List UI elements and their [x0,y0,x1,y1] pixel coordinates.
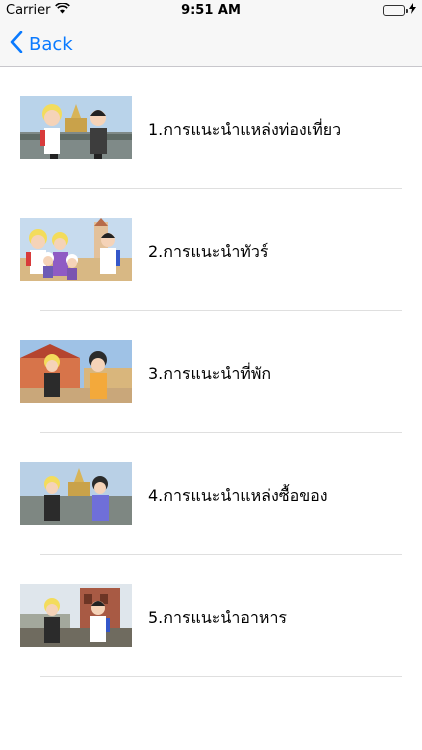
row-separator [40,188,402,189]
list-item[interactable]: 2.การแนะนำทัวร์ [0,218,422,340]
back-button[interactable]: Back [10,30,73,57]
list-item[interactable]: 3.การแนะนำที่พัก [0,340,422,462]
navigation-bar: Back [0,22,422,67]
list-item-title: 3.การแนะนำที่พัก [148,364,272,383]
topic-list: 1.การแนะนำแหล่งท่องเที่ยว 2.การแนะนำทัวร… [0,67,422,706]
list-item-title: 5.การแนะนำอาหาร [148,608,288,627]
list-item[interactable]: 4.การแนะนำแหล่งซื้อของ [0,462,422,584]
list-item[interactable]: 1.การแนะนำแหล่งท่องเที่ยว [0,96,422,218]
battery-icon [383,5,408,16]
back-label: Back [29,33,73,55]
row-separator [40,676,402,677]
list-item[interactable]: 5.การแนะนำอาหาร [0,584,422,706]
row-separator [40,432,402,433]
thumbnail-image [20,340,132,403]
status-bar: Carrier 9:51 AM [0,0,422,22]
status-time: 9:51 AM [181,3,241,18]
charging-icon [409,3,416,18]
thumbnail-image [20,218,132,281]
row-separator [40,554,402,555]
thumbnail-image [20,584,132,647]
thumbnail-image [20,96,132,159]
list-item-title: 4.การแนะนำแหล่งซื้อของ [148,486,328,505]
chevron-left-icon [10,30,23,57]
thumbnail-image [20,462,132,525]
row-separator [40,310,402,311]
list-item-title: 1.การแนะนำแหล่งท่องเที่ยว [148,120,342,139]
list-item-title: 2.การแนะนำทัวร์ [148,242,269,261]
